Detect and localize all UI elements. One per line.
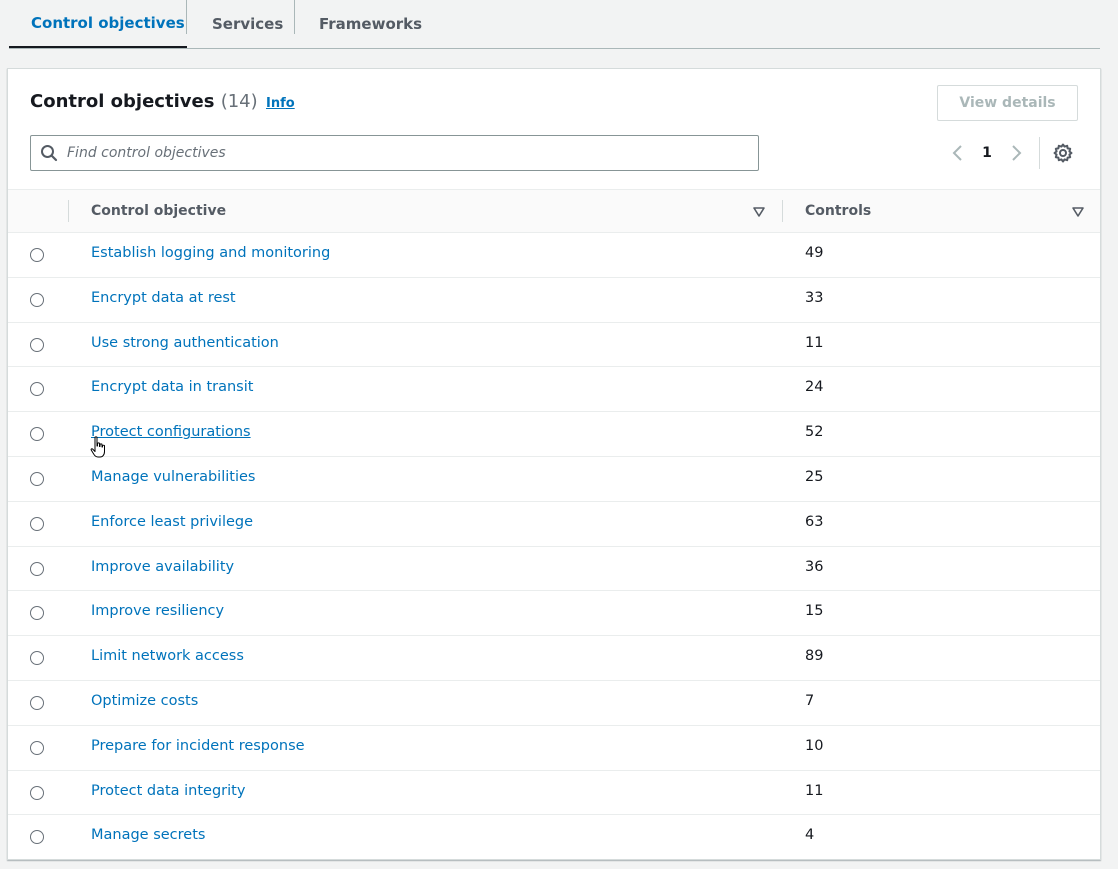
row-select-radio[interactable] [30, 382, 44, 397]
control-objective-link[interactable]: Improve resiliency [91, 603, 224, 619]
row-select-radio[interactable] [30, 516, 44, 531]
controls-count: 24 [805, 379, 824, 396]
row-select-radio[interactable] [30, 651, 44, 666]
table-row[interactable]: Improve resiliency 15 [8, 591, 1100, 637]
table-row[interactable]: Prepare for incident response 10 [8, 726, 1100, 771]
column-divider [782, 200, 783, 222]
control-objective-link[interactable]: Manage secrets [91, 827, 205, 843]
search-box [30, 135, 759, 171]
tab-bar: Control objectives Services Frameworks [9, 0, 1100, 49]
view-details-button[interactable]: View details [937, 85, 1078, 121]
tab-label: Frameworks [319, 14, 423, 33]
search-input[interactable] [65, 144, 749, 162]
search-icon [39, 143, 59, 163]
controls-count: 33 [805, 289, 824, 306]
chevron-right-icon[interactable] [1004, 141, 1028, 165]
controls-count: 36 [805, 558, 824, 575]
row-select-radio[interactable] [30, 337, 44, 352]
table-row[interactable]: Encrypt data at rest 33 [8, 278, 1100, 323]
info-link[interactable]: Info [266, 96, 295, 111]
controls-count: 52 [805, 424, 824, 441]
row-select-radio[interactable] [30, 606, 44, 621]
tab-label: Control objectives [31, 14, 185, 32]
table-body: Establish logging and monitoring 49 Encryp… [8, 233, 1100, 859]
control-objective-link[interactable]: Optimize costs [91, 693, 198, 709]
controls-count: 63 [805, 513, 824, 530]
tab-frameworks[interactable]: Frameworks [295, 0, 435, 47]
control-objective-link[interactable]: Encrypt data in transit [91, 379, 253, 395]
panel-title: Control objectives (14) [30, 91, 258, 112]
current-page[interactable]: 1 [970, 145, 1004, 161]
control-objective-link[interactable]: Prepare for incident response [91, 738, 305, 754]
row-select-radio[interactable] [30, 695, 44, 710]
control-objective-link[interactable]: Improve availability [91, 559, 234, 575]
sort-down-icon[interactable] [752, 204, 766, 218]
sort-down-icon[interactable] [1071, 204, 1085, 218]
controls-count: 15 [805, 603, 824, 620]
row-select-radio[interactable] [30, 427, 44, 442]
table-row[interactable]: Enforce least privilege 63 [8, 502, 1100, 547]
table-row[interactable]: Optimize costs 7 [8, 681, 1100, 726]
panel-title-text: Control objectives [30, 91, 215, 112]
column-header-controls[interactable]: Controls [805, 190, 871, 232]
table-row[interactable]: Protect data integrity 11 [8, 771, 1100, 816]
tab-divider [186, 0, 187, 34]
controls-count: 10 [805, 737, 824, 754]
control-objective-link[interactable]: Use strong authentication [91, 335, 279, 351]
control-objectives-panel: Control objectives (14) Info View detail… [7, 68, 1101, 860]
table-row[interactable]: Improve availability 36 [8, 547, 1100, 592]
table-header: Control objective Controls [8, 189, 1100, 233]
table-row[interactable]: Establish logging and monitoring 49 [8, 233, 1100, 278]
tab-label: Services [212, 14, 284, 33]
table-row[interactable]: Use strong authentication 11 [8, 323, 1100, 368]
row-select-radio[interactable] [30, 248, 44, 262]
table-row[interactable]: Encrypt data in transit 24 [8, 367, 1100, 413]
column-divider [68, 200, 69, 222]
control-objective-link[interactable]: Enforce least privilege [91, 514, 253, 530]
control-objective-link[interactable]: Protect configurations [91, 424, 251, 440]
controls-count: 7 [805, 692, 815, 709]
controls-count: 25 [805, 468, 824, 485]
column-header-control-objective[interactable]: Control objective [91, 190, 226, 232]
row-select-radio[interactable] [30, 561, 44, 576]
controls-count: 11 [805, 334, 824, 351]
tab-control-objectives[interactable]: Control objectives [9, 0, 187, 48]
table-row[interactable]: Manage vulnerabilities 25 [8, 457, 1100, 502]
controls-count: 11 [805, 782, 824, 799]
gear-icon[interactable] [1052, 142, 1074, 164]
controls-count: 89 [805, 648, 824, 665]
controls-count: 49 [805, 245, 824, 261]
panel-count: (14) [220, 91, 258, 112]
control-objective-link[interactable]: Limit network access [91, 648, 244, 664]
control-objective-link[interactable]: Manage vulnerabilities [91, 469, 255, 485]
tab-services[interactable]: Services [187, 0, 295, 47]
controls-count: 4 [805, 827, 815, 844]
row-select-radio[interactable] [30, 785, 44, 800]
pager-divider [1039, 137, 1040, 169]
control-objective-link[interactable]: Encrypt data at rest [91, 290, 236, 306]
control-objective-link[interactable]: Establish logging and monitoring [91, 245, 330, 261]
row-select-radio[interactable] [30, 740, 44, 755]
control-objective-link[interactable]: Protect data integrity [91, 783, 245, 799]
chevron-left-icon[interactable] [946, 141, 970, 165]
row-select-radio[interactable] [30, 292, 44, 307]
table-row[interactable]: Protect configurations 52 [8, 412, 1100, 457]
row-select-radio[interactable] [30, 830, 44, 845]
pagination: 1 [946, 141, 1028, 165]
table-row[interactable]: Limit network access 89 [8, 636, 1100, 681]
row-select-radio[interactable] [30, 471, 44, 486]
table-row[interactable]: Manage secrets 4 [8, 815, 1100, 859]
